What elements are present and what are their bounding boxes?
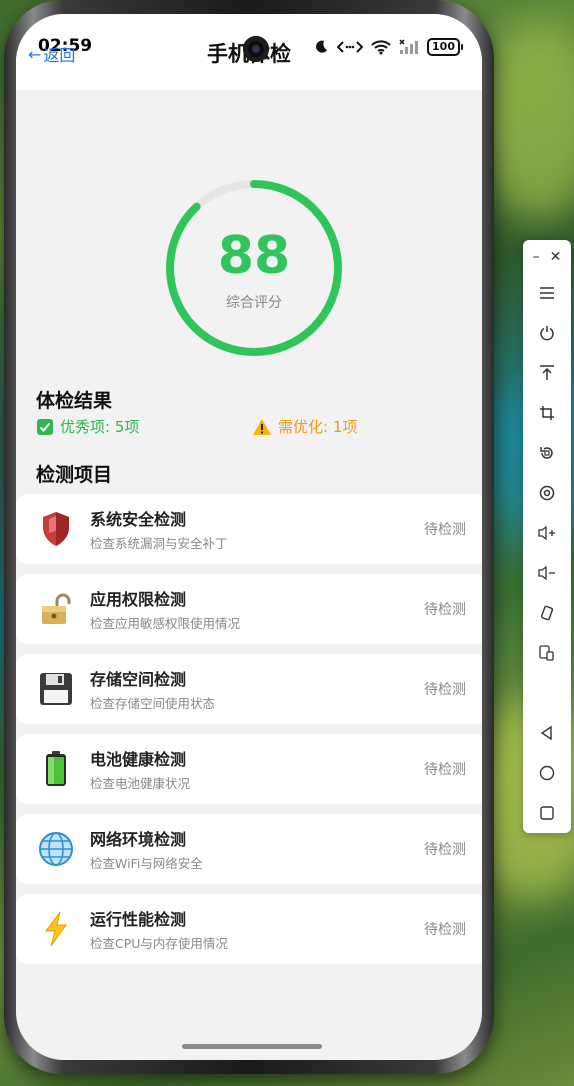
item-desc: 检查存储空间使用状态 xyxy=(90,696,216,711)
item-status: 待检测 xyxy=(424,842,466,858)
list-item[interactable]: 应用权限检测 检查应用敏感权限使用情况 待检测 xyxy=(16,574,482,644)
warning-icon xyxy=(253,418,271,435)
wifi-icon xyxy=(371,40,391,55)
rotate-icon[interactable] xyxy=(523,438,571,468)
globe-icon xyxy=(36,829,76,869)
home-indicator[interactable] xyxy=(182,1044,322,1049)
detection-title: 检测项目 xyxy=(36,464,113,486)
item-status: 待检测 xyxy=(424,522,466,538)
multi-device-icon[interactable] xyxy=(523,638,571,668)
item-name: 存储空间检测 xyxy=(90,670,187,689)
close-icon[interactable]: ✕ xyxy=(550,249,562,265)
battery-icon xyxy=(36,749,76,789)
item-name: 网络环境检测 xyxy=(90,830,187,849)
item-status: 待检测 xyxy=(424,922,466,938)
item-desc: 检查WiFi与网络安全 xyxy=(90,856,203,871)
phone-frame: 02:59 ← 返回 手机体检 100 88 综合评分 体检结果 优 xyxy=(4,0,494,1074)
battery-indicator: 100 xyxy=(427,38,463,56)
item-name: 运行性能检测 xyxy=(90,910,187,929)
item-desc: 检查CPU与内存使用情况 xyxy=(90,936,228,951)
nav-recents-icon[interactable] xyxy=(523,798,571,828)
list-item[interactable]: 电池健康检测 检查电池健康状况 待检测 xyxy=(16,734,482,804)
minimize-icon[interactable]: – xyxy=(533,249,540,265)
status-icons: 100 xyxy=(313,38,463,56)
item-name: 应用权限检测 xyxy=(90,590,187,609)
good-items-label: 优秀项: 5项 xyxy=(60,418,140,436)
item-desc: 检查系统漏洞与安全补丁 xyxy=(90,536,228,551)
item-desc: 检查电池健康状况 xyxy=(90,776,191,791)
upload-icon[interactable] xyxy=(523,358,571,388)
item-status: 待检测 xyxy=(424,682,466,698)
nav-home-icon[interactable] xyxy=(523,758,571,788)
score-value: 88 xyxy=(217,226,291,286)
result-title: 体检结果 xyxy=(36,390,113,412)
moon-icon xyxy=(316,40,328,53)
item-status: 待检测 xyxy=(424,762,466,778)
shield-icon xyxy=(36,509,76,549)
lock-icon xyxy=(36,589,76,629)
front-camera xyxy=(243,36,269,62)
menu-icon[interactable] xyxy=(523,278,571,308)
crop-icon[interactable] xyxy=(523,398,571,428)
signal-icon xyxy=(399,39,419,54)
lightning-icon xyxy=(36,909,76,949)
score-label: 综合评分 xyxy=(226,295,282,311)
list-item[interactable]: 网络环境检测 检查WiFi与网络安全 待检测 xyxy=(16,814,482,884)
check-icon xyxy=(37,418,53,435)
item-name: 系统安全检测 xyxy=(90,510,187,529)
data-transfer-icon xyxy=(337,41,364,53)
list-item[interactable]: 系统安全检测 检查系统漏洞与安全补丁 待检测 xyxy=(16,494,482,564)
warn-items-stat: 需优化: 1项 xyxy=(252,416,357,437)
warn-items-label: 需优化: 1项 xyxy=(278,418,358,436)
item-status: 待检测 xyxy=(424,602,466,618)
item-desc: 检查应用敏感权限使用情况 xyxy=(90,616,241,631)
screen-record-icon[interactable] xyxy=(523,478,571,508)
rotate-device-icon[interactable] xyxy=(523,598,571,628)
screen: 02:59 ← 返回 手机体检 100 88 综合评分 体检结果 优 xyxy=(16,14,482,1060)
good-items-stat: 优秀项: 5项 xyxy=(36,416,139,437)
volume-up-icon[interactable] xyxy=(523,518,571,548)
list-item[interactable]: 存储空间检测 检查存储空间使用状态 待检测 xyxy=(16,654,482,724)
volume-down-icon[interactable] xyxy=(523,558,571,588)
item-name: 电池健康检测 xyxy=(90,750,187,769)
emulator-toolbar: – ✕ xyxy=(523,240,571,833)
power-icon[interactable] xyxy=(523,318,571,348)
window-controls: – ✕ xyxy=(523,242,571,272)
list-item[interactable]: 运行性能检测 检查CPU与内存使用情况 待检测 xyxy=(16,894,482,964)
nav-back-icon[interactable] xyxy=(523,718,571,748)
floppy-disk-icon xyxy=(36,669,76,709)
